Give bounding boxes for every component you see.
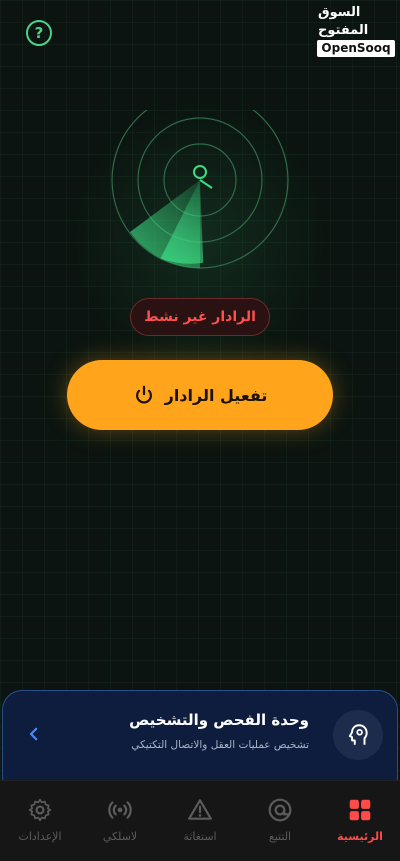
question-circle-icon: ? xyxy=(34,24,44,42)
radar-status-badge: الرادار غير نشط xyxy=(130,298,270,336)
radar-center-dot xyxy=(193,165,207,179)
diagnostics-icon-wrap xyxy=(333,710,383,760)
radar-status-text: الرادار غير نشط xyxy=(144,309,256,325)
power-icon xyxy=(135,385,152,404)
grid-icon xyxy=(349,799,371,821)
activate-radar-label: تفعيل الرادار xyxy=(164,385,268,405)
target-icon xyxy=(268,798,292,822)
activate-radar-button[interactable]: تفعيل الرادار xyxy=(67,360,333,430)
help-button[interactable]: ? xyxy=(26,20,52,46)
logo-english-text: OpenSooq xyxy=(317,40,395,57)
gear-icon xyxy=(28,798,52,822)
nav-item-tracking[interactable]: التتبع xyxy=(240,781,320,843)
nav-item-sos[interactable]: استغاثة xyxy=(160,781,240,843)
nav-label-sos: استغاثة xyxy=(183,830,217,843)
diagnostics-card[interactable]: وحدة الفحص والتشخيص تشخيص عمليات العقل و… xyxy=(2,690,398,780)
logo-arabic-text: السوق المفتوح xyxy=(318,5,369,38)
radar-sweep-beam xyxy=(130,180,200,268)
warning-icon xyxy=(188,799,212,820)
nav-label-tracking: التتبع xyxy=(268,830,292,843)
nav-label-radio: لاسلكي xyxy=(102,830,138,843)
opensooq-logo: السوق المفتوح OpenSooq xyxy=(317,4,395,57)
brain-head-icon xyxy=(348,724,368,745)
nav-item-settings[interactable]: الإعدادات xyxy=(0,781,80,843)
radar-center-tick xyxy=(199,179,213,189)
nav-label-home: الرئيسية xyxy=(337,830,383,843)
radar-display xyxy=(111,110,289,269)
bottom-nav: الرئيسية التتبع استغاثة لاسلكي الإعدادات xyxy=(0,780,400,861)
diagnostics-subtitle: تشخيص عمليات العقل والاتصال التكتيكي xyxy=(131,739,309,751)
diagnostics-title: وحدة الفحص والتشخيص xyxy=(129,711,309,729)
nav-item-radio[interactable]: لاسلكي xyxy=(80,781,160,843)
chevron-left-icon[interactable] xyxy=(25,725,43,743)
radio-icon xyxy=(108,801,132,819)
nav-item-home[interactable]: الرئيسية xyxy=(320,781,400,843)
nav-label-settings: الإعدادات xyxy=(18,830,62,843)
